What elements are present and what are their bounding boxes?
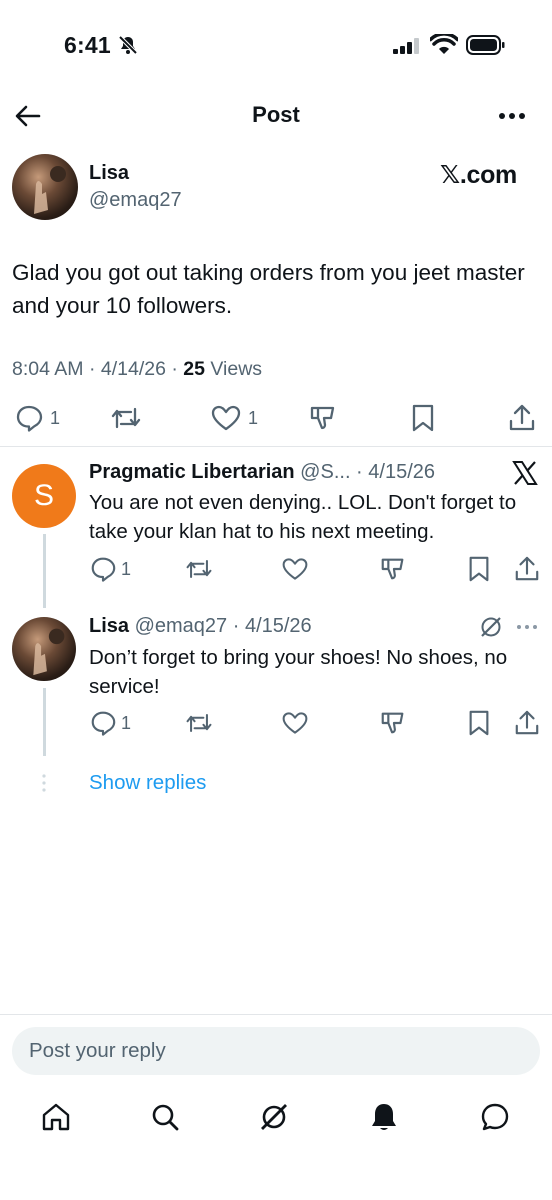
like-button[interactable] (281, 555, 309, 583)
reply-icon (14, 403, 44, 433)
share-icon (514, 555, 540, 583)
reply-text: You are not even denying.. LOL. Don't fo… (89, 491, 517, 543)
reply-input[interactable]: Post your reply (12, 1027, 540, 1075)
bookmark-button[interactable] (409, 403, 437, 433)
divider (0, 446, 552, 447)
bookmark-button[interactable] (466, 555, 492, 583)
home-icon[interactable] (40, 1101, 72, 1133)
share-button[interactable] (514, 555, 540, 583)
like-icon (210, 403, 242, 433)
like-icon (281, 555, 309, 583)
dislike-icon (379, 555, 407, 583)
wifi-icon (430, 34, 458, 56)
notifications-icon[interactable] (368, 1101, 400, 1133)
bookmark-icon (466, 709, 492, 737)
reply-icon (89, 555, 117, 583)
post-text: Glad you got out taking orders from you … (12, 260, 525, 318)
reply-button[interactable]: 1 (89, 555, 131, 583)
reply-text: Don’t forget to bring your shoes! No sho… (89, 646, 508, 698)
repost-icon (184, 709, 214, 737)
like-button[interactable]: 1 (210, 403, 258, 433)
grok-icon[interactable] (258, 1101, 290, 1133)
dislike-button[interactable] (308, 403, 338, 433)
share-button[interactable] (514, 709, 540, 737)
reply-count: 1 (50, 407, 61, 428)
reply-avatar[interactable]: S (12, 464, 76, 528)
thread-dots-icon (41, 773, 47, 793)
dislike-icon (308, 403, 338, 433)
repost-button[interactable] (184, 709, 214, 737)
share-icon (508, 403, 536, 433)
bookmark-button[interactable] (466, 709, 492, 737)
silent-mode-icon (118, 35, 138, 55)
bookmark-icon (409, 403, 437, 433)
reply-handle-date: @emaq27 · 4/15/26 (129, 615, 312, 637)
repost-icon (184, 555, 214, 583)
reply-header: Pragmatic Libertarian @S... · 4/15/26 (89, 461, 435, 484)
repost-icon (109, 403, 143, 433)
dislike-button[interactable] (379, 709, 407, 737)
show-replies-link[interactable]: Show replies (89, 771, 206, 795)
like-count: 1 (248, 407, 259, 428)
timestamp: 8:04 AM · 4/14/26 · (12, 358, 184, 380)
more-icon[interactable] (498, 104, 526, 128)
signal-icon (393, 38, 421, 54)
thread-line (43, 534, 46, 608)
reply-count: 1 (121, 558, 132, 579)
divider (0, 1014, 552, 1015)
repost-button[interactable] (184, 555, 214, 583)
share-button[interactable] (508, 403, 536, 433)
reply-avatar[interactable] (12, 617, 76, 681)
reply-icon (89, 709, 117, 737)
reply-header: Lisa @emaq27 · 4/15/26 (89, 615, 312, 638)
reply-count: 1 (121, 712, 132, 733)
views-label: Views (204, 358, 263, 380)
x-logo-icon (511, 459, 539, 487)
author-name[interactable]: Lisa (89, 162, 129, 185)
dislike-icon (379, 709, 407, 737)
post-meta: 8:04 AM · 4/14/26 · 25 Views (12, 358, 262, 381)
reply-button[interactable]: 1 (14, 403, 60, 433)
messages-icon[interactable] (479, 1101, 511, 1133)
page-title: Post (252, 102, 300, 127)
dislike-button[interactable] (379, 555, 407, 583)
share-icon (514, 709, 540, 737)
repost-button[interactable] (109, 403, 143, 433)
x-brand-logo: 𝕏.com (440, 161, 517, 189)
thread-line (43, 688, 46, 756)
avatar[interactable] (12, 154, 78, 220)
grok-icon[interactable] (479, 615, 503, 639)
views-count: 25 (183, 358, 205, 380)
like-icon (281, 709, 309, 737)
battery-icon (466, 35, 506, 55)
search-icon[interactable] (149, 1101, 181, 1133)
bookmark-icon (466, 555, 492, 583)
more-icon[interactable] (515, 619, 539, 635)
reply-author-name[interactable]: Lisa (89, 615, 129, 637)
reply-handle-date: @S... · 4/15/26 (294, 461, 435, 483)
author-handle[interactable]: @emaq27 (89, 189, 182, 212)
status-time: 6:41 (64, 32, 111, 58)
like-button[interactable] (281, 709, 309, 737)
reply-author-name[interactable]: Pragmatic Libertarian (89, 461, 295, 483)
reply-button[interactable]: 1 (89, 709, 131, 737)
